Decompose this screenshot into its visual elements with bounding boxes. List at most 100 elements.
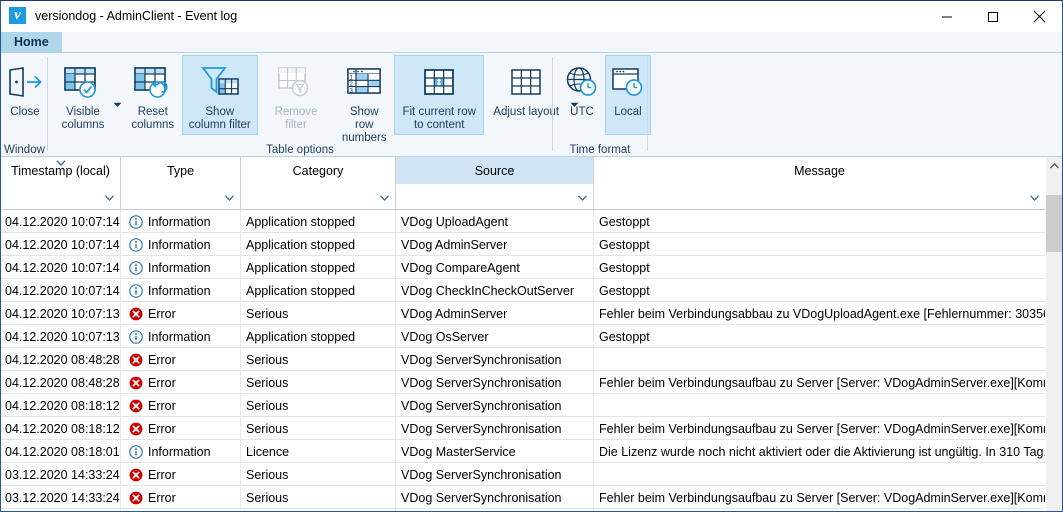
sort-indicator-desc-icon [56,157,65,169]
cell-type-label: Error [148,306,176,321]
cell-type: Information [121,440,241,463]
versiondog-app-icon: v [9,7,27,25]
cell-type: Information [121,233,241,256]
filter-source-chevron-down-icon[interactable] [578,188,587,206]
show-column-filter-button[interactable]: Show column filter [181,55,258,135]
show-row-numbers-button[interactable]: 1 2 3 Show row numbers [334,55,394,148]
error-icon [129,468,143,482]
close-window-icon [7,60,43,104]
cell-type: Information [121,256,241,279]
table-row[interactable]: 03.12.2020 14:33:24 Error Serious VDog Serv… [1,463,1062,486]
cell-source: VDog ServerSynchronisation [396,417,594,440]
ribbon-tab-strip: Home [1,32,1062,53]
filter-cell-timestamp[interactable] [1,184,121,210]
table-row[interactable]: 04.12.2020 10:07:14 Information Applicatio… [1,210,1062,233]
filter-cell-message[interactable] [594,184,1046,210]
cell-category: Licence [241,440,396,463]
table-row[interactable]: 03.12.2020 14:33:24 Error Serious VDog Serv… [1,486,1062,509]
table-row[interactable]: 04.12.2020 08:18:12 Error Serious VDog Serv… [1,394,1062,417]
vertical-scrollbar[interactable] [1045,157,1062,511]
cell-type: Error [121,486,241,509]
cell-timestamp: 04.12.2020 10:07:14 [1,210,121,233]
cell-type-label: Information [148,329,211,344]
close-window-button[interactable]: Close [2,55,48,122]
filter-message-chevron-down-icon[interactable] [1030,188,1039,206]
close-button[interactable] [1016,1,1062,32]
remove-filter-icon [275,60,317,104]
table-row[interactable]: 04.12.2020 08:48:28 Error Serious VDog Serv… [1,348,1062,371]
cell-type: Error [121,417,241,440]
local-label: Local [614,106,642,118]
table-row[interactable]: 04.12.2020 08:18:12 Error Serious VDog Serv… [1,417,1062,440]
adjust-layout-label: Adjust layout [493,106,560,118]
table-row[interactable]: 04.12.2020 10:07:14 Information Applicatio… [1,279,1062,302]
window-title: versiondog - AdminClient - Event log [35,9,238,23]
cell-source: VDog CompareAgent [396,256,594,279]
ribbon-group-time-format: UTC Local Time format [553,53,651,156]
table-row[interactable]: 04.12.2020 10:07:14 Information Applicatio… [1,256,1062,279]
cell-message: Fehler beim Verbindungsaufbau zu Server … [594,417,1046,440]
error-icon [129,491,143,505]
cell-message: Gestoppt [594,325,1046,348]
ribbon-group-window-label: Window [4,144,45,156]
grid-body: 04.12.2020 10:07:14 Information Applicatio… [1,210,1062,511]
maximize-button[interactable] [970,1,1016,32]
info-icon [129,283,143,298]
minimize-button[interactable] [924,1,970,32]
cell-timestamp: 04.12.2020 08:18:12 [1,394,121,417]
filter-cell-category[interactable] [241,184,396,210]
cell-category: Application stopped [241,233,396,256]
cell-timestamp: 04.12.2020 08:48:28 [1,371,121,394]
cell-category: Serious [241,417,396,440]
remove-filter-button[interactable]: Remove filter [258,55,334,135]
cell-category: Serious [241,394,396,417]
cell-category: Application stopped [241,279,396,302]
filter-timestamp-chevron-down-icon[interactable] [105,188,114,206]
adjust-layout-icon [507,60,545,104]
cell-timestamp: 04.12.2020 08:48:28 [1,348,121,371]
filter-cell-source[interactable] [396,184,594,210]
cell-message [594,394,1046,417]
cell-category: Serious [241,302,396,325]
globe-clock-icon [564,60,600,104]
table-row[interactable]: 04.12.2020 10:07:13 Error Serious VDog Admi… [1,302,1062,325]
filter-cell-type[interactable] [121,184,241,210]
vertical-scroll-thumb[interactable] [1046,195,1062,252]
cell-source: VDog ServerSynchronisation [396,371,594,394]
filter-type-chevron-down-icon[interactable] [225,188,234,206]
table-row[interactable]: 04.12.2020 10:07:14 Information Applicatio… [1,233,1062,256]
column-header-category[interactable]: Category [241,157,396,184]
column-header-timestamp[interactable]: Timestamp (local) [1,157,121,184]
remove-filter-label: Remove filter [274,106,318,131]
cell-message: Die Lizenz wurde noch nicht aktiviert od… [594,440,1046,463]
cell-timestamp: 04.12.2020 10:07:14 [1,256,121,279]
visible-columns-button[interactable]: Visible columns [54,55,112,135]
reset-columns-button[interactable]: Reset columns [124,55,182,135]
column-header-source[interactable]: Source [396,157,594,184]
table-row[interactable]: 04.12.2020 08:18:01 Information Licence VDo… [1,440,1062,463]
visible-columns-dropdown-caret[interactable] [112,102,124,108]
utc-button[interactable]: UTC [559,55,605,122]
column-header-message[interactable]: Message [594,157,1046,184]
cell-type: Information [121,210,241,233]
cell-type-label: Information [148,237,211,252]
cell-type: Information [121,325,241,348]
filter-category-chevron-down-icon[interactable] [380,188,389,206]
tab-home[interactable]: Home [1,32,62,52]
show-column-filter-label: Show column filter [188,106,251,131]
local-button[interactable]: Local [605,55,651,135]
cell-message [594,463,1046,486]
table-row[interactable]: 04.12.2020 08:48:28 Error Serious VDog Serv… [1,371,1062,394]
scroll-up-button[interactable] [1046,157,1062,174]
table-row[interactable]: 04.12.2020 10:07:13 Information Applicatio… [1,325,1062,348]
cell-source: VDog CheckInCheckOutServer [396,279,594,302]
close-window-label: Close [10,106,40,118]
cell-message: Fehler beim Verbindungsabbau zu VDogUplo… [594,302,1046,325]
column-header-type[interactable]: Type [121,157,241,184]
fit-row-icon [420,60,458,104]
cell-source: VDog ServerSynchronisation [396,394,594,417]
ribbon-group-table-options: Visible columns Reset columns Show colum… [48,53,579,156]
cell-category: Serious [241,371,396,394]
cell-type-label: Error [148,375,176,390]
fit-current-row-button[interactable]: Fit current row to content [394,55,485,135]
